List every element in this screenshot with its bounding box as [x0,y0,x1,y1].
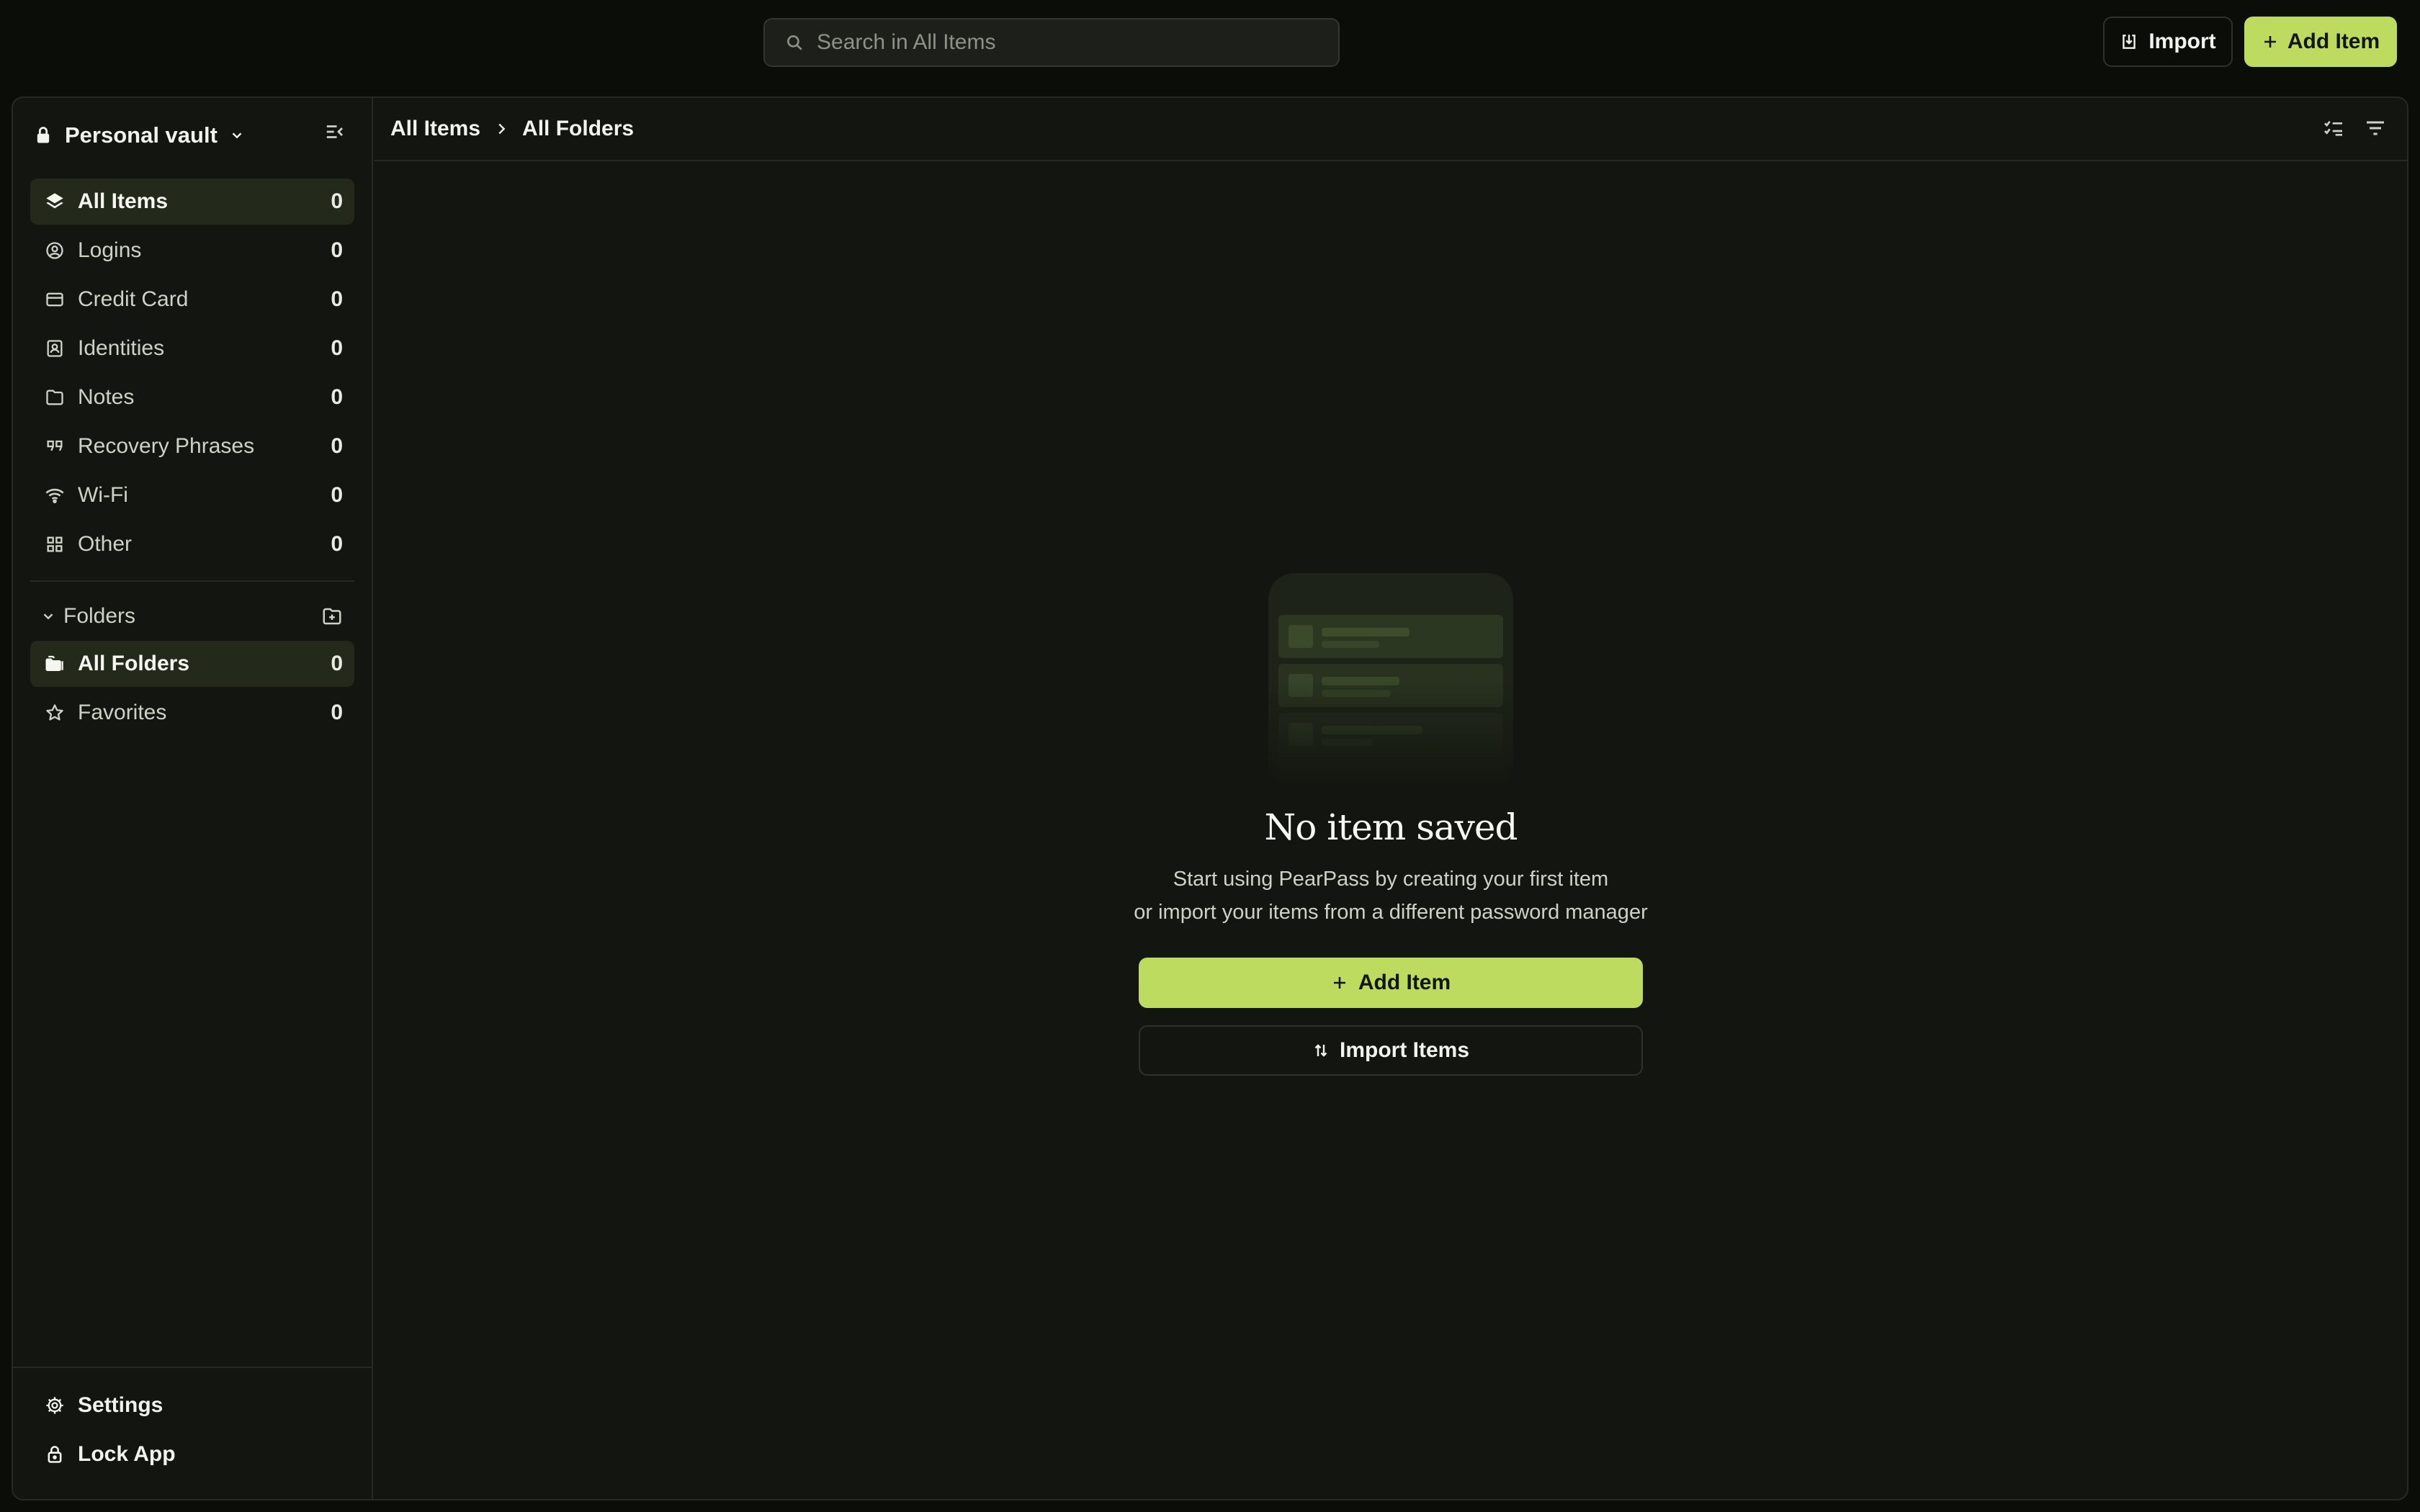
sidebar-item-count: 0 [331,652,343,676]
sidebar-item-count: 0 [331,701,343,725]
lock-icon [43,1443,66,1466]
sidebar-item-count: 0 [331,385,343,410]
sidebar: Personal vault All Items 0 Logins 0 Cred… [13,98,373,1499]
sidebar-item-label: Recovery Phrases [78,434,331,459]
sidebar-item-count: 0 [331,434,343,459]
chevron-right-icon [493,121,509,137]
sidebar-item-label: Identities [78,336,331,361]
collapse-sidebar-icon [324,121,346,143]
credit-card-icon [43,288,66,311]
sidebar-item-label: Logins [78,238,331,263]
sidebar-item-count: 0 [331,287,343,312]
add-item-button-label: Add Item [2287,30,2380,54]
sidebar-item-other[interactable]: Other 0 [30,521,354,567]
search-placeholder: Search in All Items [817,30,995,55]
folder-list: All Folders 0 Favorites 0 [30,641,354,739]
sidebar-item-label: Notes [78,385,331,410]
add-folder-icon [321,606,343,627]
wifi-icon [43,484,66,507]
sidebar-item-label: Wi-Fi [78,483,331,508]
lock-app-label: Lock App [78,1442,344,1467]
sidebar-item-favorites[interactable]: Favorites 0 [30,690,354,736]
checklist-icon [2322,117,2345,140]
content-area: All Items All Folders [375,98,2407,1499]
filter-button[interactable] [2364,117,2387,140]
sidebar-item-label: All Folders [78,652,331,676]
sidebar-item-logins[interactable]: Logins 0 [30,228,354,274]
sidebar-divider [30,580,354,582]
new-folder-button[interactable] [321,606,343,627]
main-frame: Personal vault All Items 0 Logins 0 Cred… [12,96,2408,1500]
chevron-down-icon [229,127,245,143]
select-mode-button[interactable] [2322,117,2345,140]
folders-label: Folders [63,604,321,629]
lock-app-button[interactable]: Lock App [30,1431,356,1477]
sidebar-item-count: 0 [331,483,343,508]
sidebar-item-recovery-phrases[interactable]: Recovery Phrases 0 [30,423,354,469]
empty-state-description: Start using PearPass by creating your fi… [1134,863,1647,929]
search-icon [785,33,804,52]
sidebar-item-count: 0 [331,189,343,214]
settings-label: Settings [78,1393,344,1418]
layers-icon [43,190,66,213]
chevron-down-icon [40,608,56,624]
sidebar-item-notes[interactable]: Notes 0 [30,374,354,420]
vault-name: Personal vault [65,122,218,148]
sidebar-item-wifi[interactable]: Wi-Fi 0 [30,472,354,518]
folders-icon [43,652,66,675]
import-items-button[interactable]: Import Items [1139,1025,1643,1076]
sidebar-item-count: 0 [331,336,343,361]
breadcrumb-root[interactable]: All Items [390,117,480,141]
note-icon [43,386,66,409]
filter-icon [2364,117,2387,140]
star-icon [43,701,66,724]
search-input[interactable]: Search in All Items [763,18,1340,67]
import-icon [2120,32,2138,51]
empty-state: No item saved Start using PearPass by cr… [375,573,2407,1076]
empty-state-title: No item saved [1264,806,1517,848]
folders-header[interactable]: Folders [30,595,354,638]
sidebar-item-identities[interactable]: Identities 0 [30,325,354,372]
sidebar-item-count: 0 [331,238,343,263]
sidebar-item-all-folders[interactable]: All Folders 0 [30,641,354,687]
top-bar: Search in All Items Import Add Item [0,0,2420,89]
sidebar-item-all-items[interactable]: All Items 0 [30,179,354,225]
lock-icon [33,125,53,145]
sidebar-item-credit-card[interactable]: Credit Card 0 [30,276,354,323]
id-badge-icon [43,337,66,360]
sidebar-item-count: 0 [331,532,343,557]
content-toolbar [2322,117,2387,140]
empty-state-line-2: or import your items from a different pa… [1134,896,1647,929]
quote-icon [43,435,66,458]
empty-state-line-1: Start using PearPass by creating your fi… [1134,863,1647,896]
gear-icon [43,1394,66,1417]
swap-arrows-icon [1312,1042,1330,1059]
add-item-button[interactable]: Add Item [2244,17,2397,67]
empty-illustration [1268,573,1513,789]
breadcrumb: All Items All Folders [375,98,2407,161]
sidebar-item-label: Other [78,532,331,557]
breadcrumb-current: All Folders [522,117,634,141]
collapse-sidebar-button[interactable] [324,121,346,143]
empty-add-item-button[interactable]: Add Item [1139,958,1643,1008]
import-items-label: Import Items [1340,1038,1469,1063]
sidebar-item-label: Favorites [78,701,331,725]
sidebar-footer: Settings Lock App [13,1367,373,1500]
sidebar-item-label: All Items [78,189,331,214]
settings-button[interactable]: Settings [30,1382,356,1428]
vault-selector[interactable]: Personal vault [33,115,245,156]
plus-icon [2262,33,2279,50]
sidebar-item-label: Credit Card [78,287,331,312]
category-list: All Items 0 Logins 0 Credit Card 0 Ident… [30,179,354,570]
plus-icon [1331,974,1348,991]
import-button[interactable]: Import [2103,17,2233,67]
empty-add-item-label: Add Item [1358,971,1451,995]
import-button-label: Import [2148,30,2215,54]
grid-icon [43,533,66,556]
user-circle-icon [43,239,66,262]
